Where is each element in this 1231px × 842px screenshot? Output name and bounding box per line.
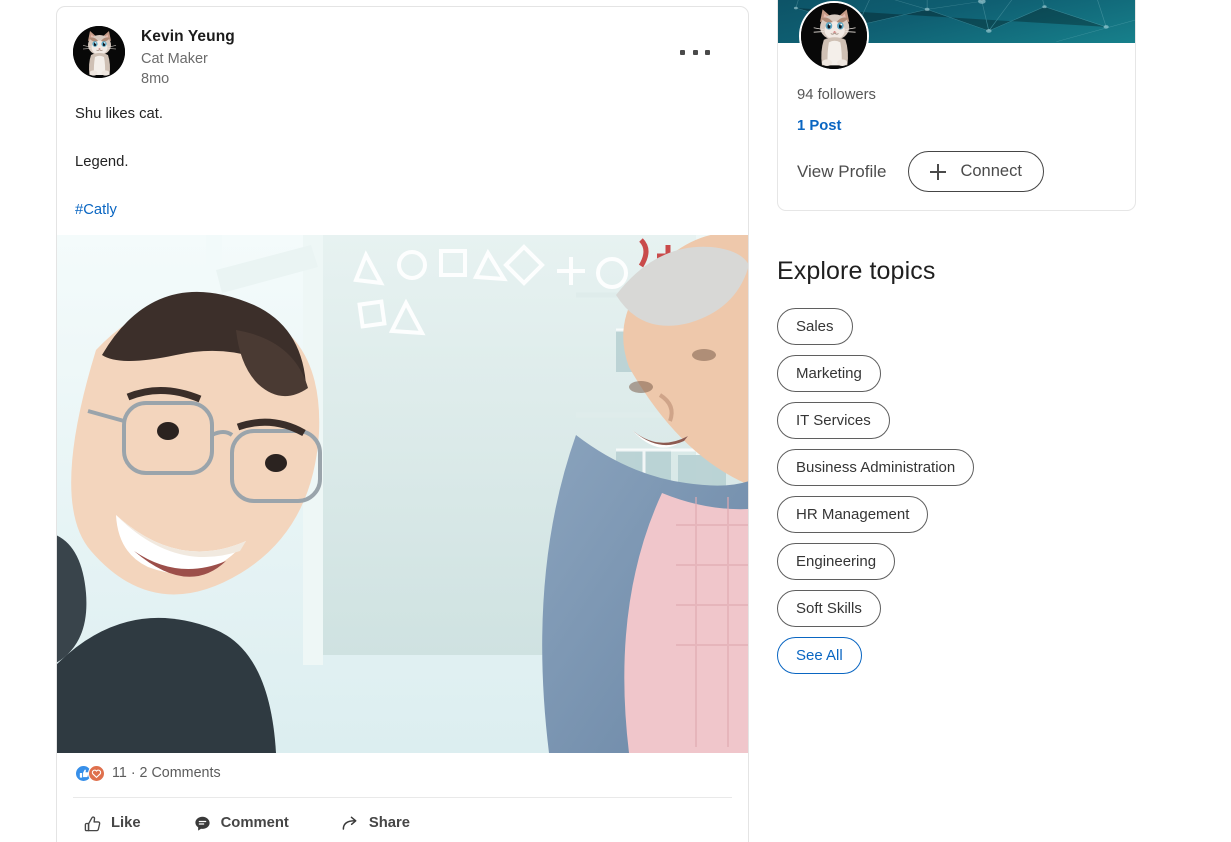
more-options-icon[interactable]: [678, 37, 712, 67]
cat-avatar[interactable]: [73, 26, 125, 78]
topic-chip-it-services[interactable]: IT Services: [777, 402, 890, 439]
reaction-icons: [75, 765, 105, 782]
post-text-line-1: Shu likes cat.: [75, 106, 730, 123]
plus-icon: [930, 164, 946, 180]
post-timestamp: 8mo: [141, 72, 235, 87]
poster-headline: Cat Maker: [141, 52, 235, 67]
explore-topics-title: Explore topics: [777, 257, 1136, 286]
post-hashtag[interactable]: #Catly: [75, 202, 730, 219]
more-dot: [680, 50, 685, 55]
topic-chip-business-administration[interactable]: Business Administration: [777, 449, 974, 486]
poster-name[interactable]: Kevin Yeung: [141, 29, 235, 45]
right-sidebar: 94 followers 1 Post View Profile Connect…: [777, 0, 1136, 674]
share-arrow-icon: [341, 814, 360, 833]
thumbs-up-icon: [83, 814, 102, 833]
connect-button-label: Connect: [960, 162, 1021, 181]
share-button[interactable]: Share: [337, 810, 414, 837]
linkedin-post-page: Kevin Yeung Cat Maker 8mo Shu likes cat.…: [0, 0, 1231, 842]
post-image[interactable]: [57, 235, 748, 753]
comment-button-label: Comment: [221, 815, 289, 831]
poster-meta: Kevin Yeung Cat Maker 8mo: [141, 26, 235, 87]
profile-card: 94 followers 1 Post View Profile Connect: [777, 0, 1136, 211]
topic-chip-marketing[interactable]: Marketing: [777, 355, 881, 392]
explore-topics-list: Sales Marketing IT Services Business Adm…: [777, 308, 1136, 674]
post-header: Kevin Yeung Cat Maker 8mo: [57, 7, 748, 87]
topic-chip-sales[interactable]: Sales: [777, 308, 853, 345]
love-reaction-icon: [88, 765, 105, 782]
comment-button[interactable]: Comment: [189, 810, 293, 837]
post-card: Kevin Yeung Cat Maker 8mo Shu likes cat.…: [56, 6, 749, 842]
post-count-link[interactable]: 1 Post: [797, 118, 1114, 134]
see-all-topics-button[interactable]: See All: [777, 637, 862, 674]
followers-count: 94 followers: [797, 87, 1114, 103]
post-text: Shu likes cat. Legend. #Catly: [57, 87, 748, 219]
topic-chip-hr-management[interactable]: HR Management: [777, 496, 928, 533]
comment-bubble-icon: [193, 814, 212, 833]
post-text-line-2: Legend.: [75, 154, 730, 171]
reaction-count-text: 11 · 2 Comments: [112, 765, 221, 781]
connect-button[interactable]: Connect: [908, 151, 1043, 192]
more-dot: [705, 50, 710, 55]
post-action-bar: Like Comment: [57, 798, 748, 842]
cat-avatar[interactable]: [799, 1, 869, 71]
topic-chip-soft-skills[interactable]: Soft Skills: [777, 590, 881, 627]
like-button-label: Like: [111, 815, 141, 831]
reaction-summary[interactable]: 11 · 2 Comments: [57, 753, 748, 782]
share-button-label: Share: [369, 815, 410, 831]
more-dot: [693, 50, 698, 55]
profile-actions: View Profile Connect: [797, 151, 1114, 192]
like-button[interactable]: Like: [79, 810, 145, 837]
view-profile-link[interactable]: View Profile: [797, 162, 886, 182]
topic-chip-engineering[interactable]: Engineering: [777, 543, 895, 580]
